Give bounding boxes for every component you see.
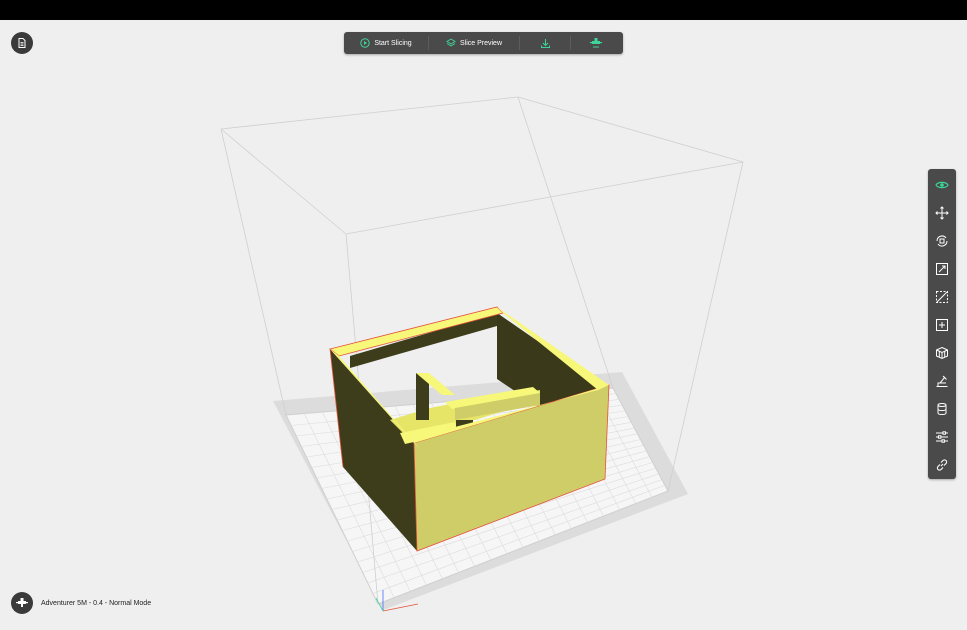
support-tool-button[interactable] — [928, 367, 956, 395]
scale-icon — [936, 263, 948, 275]
layers-icon — [446, 38, 456, 47]
printer-send-icon — [590, 38, 602, 48]
window-top-bar — [0, 0, 967, 20]
play-icon — [360, 38, 371, 48]
scale-tool-button[interactable] — [928, 255, 956, 283]
scene-canvas[interactable] — [0, 20, 967, 625]
slice-preview-label: Slice Preview — [459, 39, 502, 47]
add-object-tool-button[interactable] — [928, 311, 956, 339]
slice-preview-button[interactable]: Slice Preview — [429, 32, 519, 54]
printer-select-button[interactable] — [11, 592, 33, 614]
eye-icon — [935, 181, 949, 189]
link-icon — [936, 459, 948, 471]
export-button[interactable] — [520, 32, 570, 54]
cylinder-icon — [937, 403, 947, 415]
settings-tool-button[interactable] — [928, 423, 956, 451]
support-icon — [936, 375, 948, 387]
view-tool-button[interactable] — [928, 171, 956, 199]
send-to-printer-button[interactable] — [571, 32, 621, 54]
add-object-icon — [936, 319, 948, 331]
multi-object-icon — [936, 346, 948, 360]
file-menu-button[interactable] — [11, 32, 33, 54]
download-icon — [540, 38, 550, 48]
cut-tool-button[interactable] — [928, 283, 956, 311]
document-icon — [18, 38, 26, 48]
rotate-icon — [936, 235, 948, 247]
printer-info-text: Adventurer 5M - 0.4 - Normal Mode — [41, 599, 152, 607]
start-slicing-button[interactable]: Start Slicing — [344, 32, 428, 54]
right-tool-panel — [928, 169, 956, 479]
status-bar: Adventurer 5M - 0.4 - Normal Mode — [11, 592, 151, 614]
3d-viewport[interactable] — [0, 20, 967, 625]
cylinder-tool-button[interactable] — [928, 395, 956, 423]
settings-sliders-icon — [936, 431, 948, 443]
printer-icon — [16, 598, 28, 607]
cut-icon — [936, 291, 948, 303]
top-toolbar: Start Slicing Slice Preview — [344, 32, 623, 54]
start-slicing-label: Start Slicing — [374, 39, 412, 47]
multi-object-tool-button[interactable] — [928, 339, 956, 367]
move-tool-button[interactable] — [928, 199, 956, 227]
link-tool-button[interactable] — [928, 451, 956, 479]
rotate-tool-button[interactable] — [928, 227, 956, 255]
move-icon — [935, 206, 949, 220]
